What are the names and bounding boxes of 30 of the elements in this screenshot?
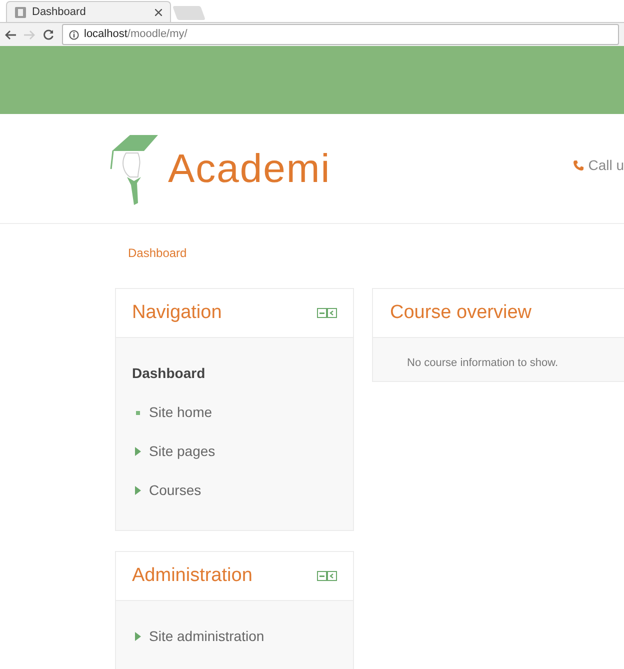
panel-title: Course overview [390, 300, 532, 325]
back-icon[interactable] [5, 30, 16, 40]
block-controls-icon[interactable] [317, 571, 337, 581]
browser-tab[interactable]: Dashboard [6, 1, 171, 22]
bullet-icon [136, 410, 140, 414]
close-icon[interactable] [155, 8, 162, 16]
url-text: localhost/moodle/my/ [84, 27, 188, 42]
empty-message: No course information to show. [407, 357, 558, 369]
contact-text: Call u [588, 156, 624, 175]
breadcrumb-link[interactable]: Dashboard [128, 246, 187, 260]
nav-item[interactable]: Courses [149, 480, 202, 501]
nav-item[interactable]: Dashboard [132, 354, 337, 393]
page-favicon-icon [15, 6, 26, 18]
reload-icon[interactable] [43, 29, 54, 40]
expand-arrow-icon [135, 486, 141, 495]
graduate-logo-icon [108, 132, 160, 204]
tab-title: Dashboard [32, 4, 87, 20]
address-bar[interactable]: localhost/moodle/my/ [62, 24, 619, 45]
block-title: Navigation [132, 300, 222, 325]
expand-arrow-icon [135, 447, 141, 456]
nav-item[interactable]: Site home [149, 402, 212, 423]
nav-item[interactable]: Site administration [149, 626, 264, 647]
block-controls-icon[interactable] [317, 308, 337, 318]
block-title: Administration [132, 564, 252, 588]
nav-item[interactable]: Site pages [149, 441, 216, 462]
logo-text: Academi [168, 146, 331, 192]
phone-icon [573, 160, 584, 171]
expand-arrow-icon [135, 632, 141, 641]
info-icon [69, 30, 79, 40]
forward-icon[interactable] [24, 30, 35, 40]
